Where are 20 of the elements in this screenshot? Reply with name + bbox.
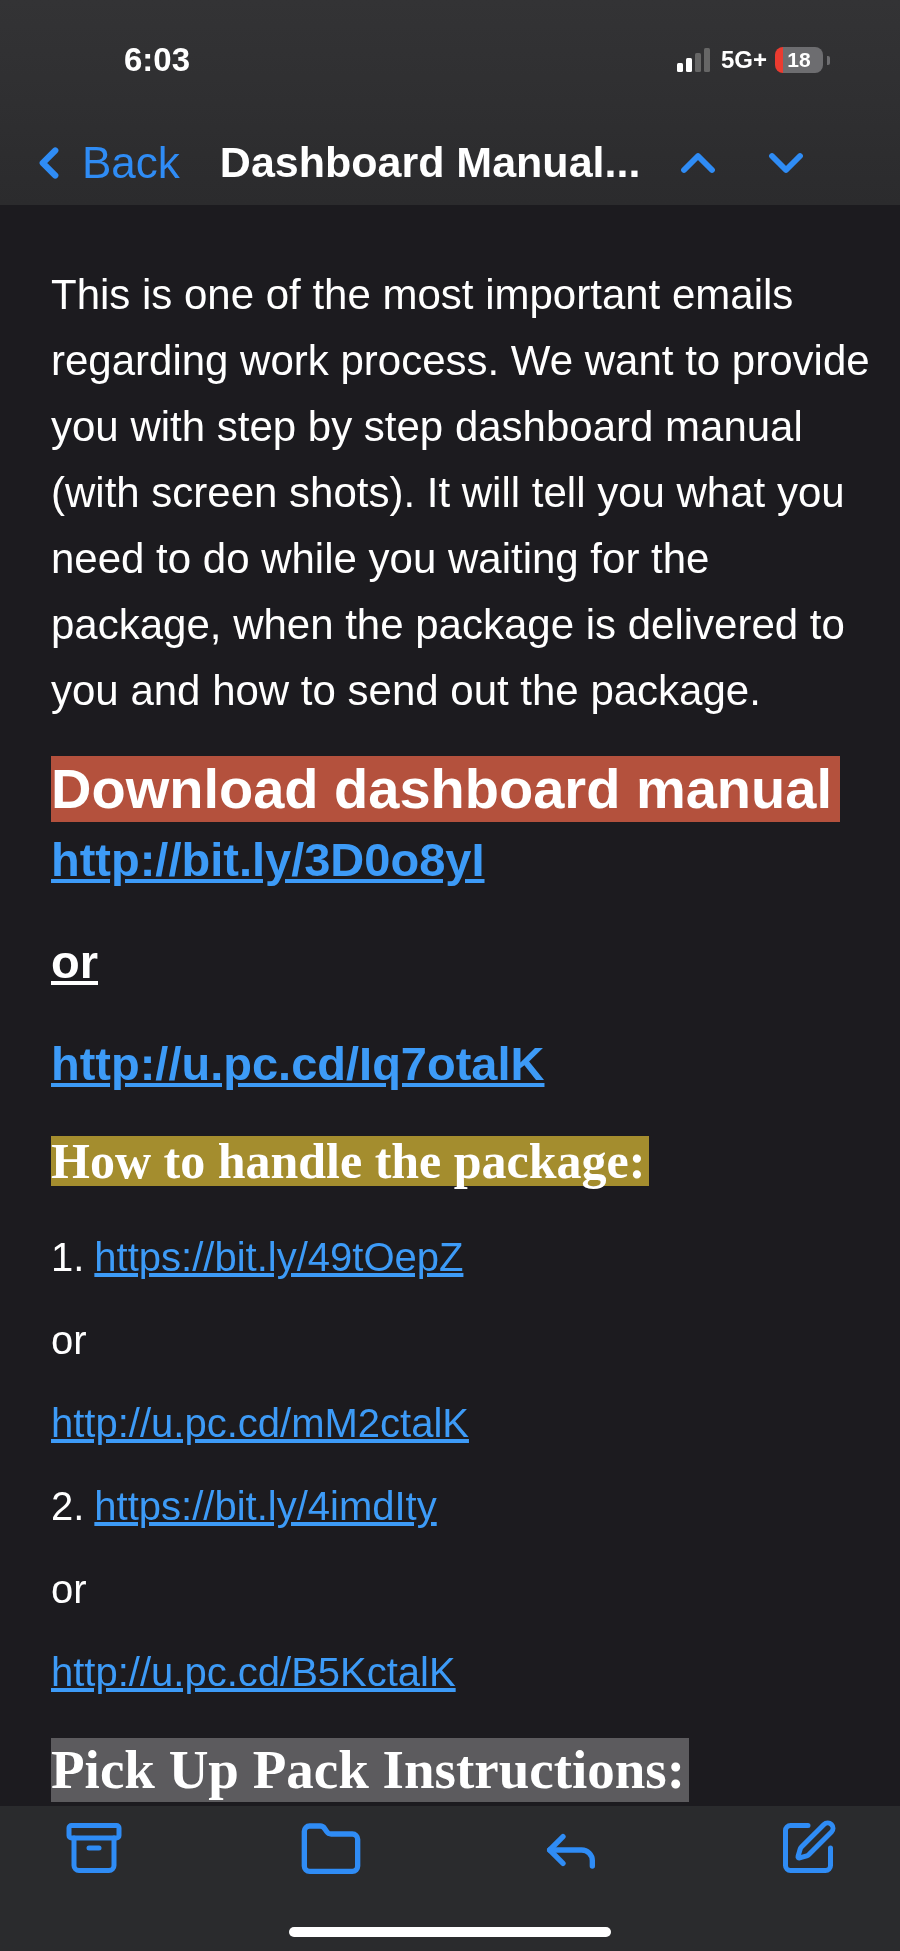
section-heading: Download dashboard manual xyxy=(51,756,840,822)
message-title: Dashboard Manual... xyxy=(219,138,641,187)
body-text: or xyxy=(51,1566,87,1613)
list-number: 2. xyxy=(51,1483,85,1530)
body-paragraph: This is one of the most important emails regarding work process. We want to provide you with step by step dashboard manual (with screen shots). It will tell you what you need to do while you waiting for the package, when the package is delivered to you and how to send out the package. xyxy=(51,270,871,716)
network-label: 5G+ xyxy=(720,46,767,74)
link[interactable]: http://bit.ly/3D0o8yI xyxy=(51,830,485,890)
link[interactable]: http://u.pc.cd/Iq7otalK xyxy=(51,1034,545,1094)
signal-icon xyxy=(676,48,713,72)
link[interactable]: http://u.pc.cd/B5KctalK xyxy=(51,1647,456,1697)
back-button[interactable]: Back xyxy=(24,137,180,188)
section-heading: Pick Up Pack Instructions: xyxy=(51,1738,690,1802)
link[interactable]: https://bit.ly/4imdIty xyxy=(94,1481,437,1531)
body-text: or xyxy=(51,934,98,990)
body-text: or xyxy=(51,1317,87,1364)
status-time: 6:03 xyxy=(124,41,192,79)
link[interactable]: http://u.pc.cd/mM2ctalK xyxy=(51,1398,469,1448)
link[interactable]: https://bit.ly/49tOepZ xyxy=(94,1232,464,1282)
list-number: 1. xyxy=(51,1234,85,1281)
battery-level: 18 xyxy=(775,47,823,73)
